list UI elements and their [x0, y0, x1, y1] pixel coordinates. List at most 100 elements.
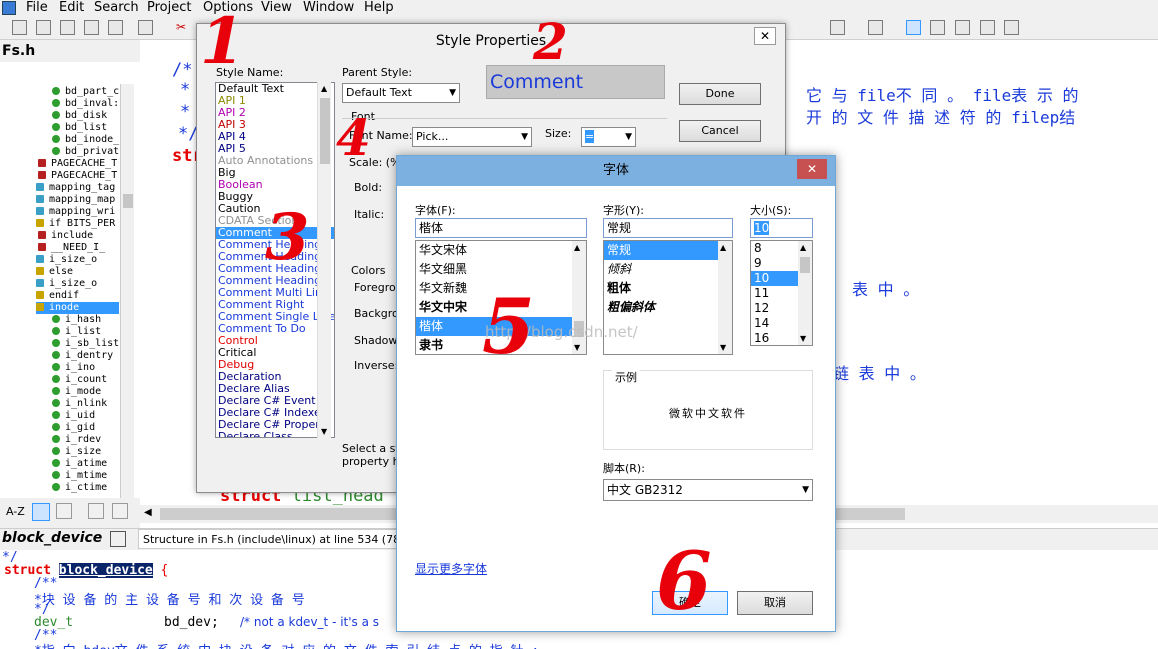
symbol-item[interactable]: i_nlink: [52, 398, 107, 410]
menu-edit[interactable]: Edit: [59, 0, 84, 16]
symbol-item[interactable]: i_sb_list: [52, 338, 119, 350]
comment-line: *: [180, 80, 191, 100]
symbol-item[interactable]: i_size_o: [36, 254, 97, 266]
symbol-type-icon: [36, 183, 44, 191]
done-button[interactable]: Done: [679, 83, 761, 105]
symbol-item[interactable]: __NEED_I_: [38, 242, 105, 254]
relation-icon[interactable]: [930, 20, 945, 35]
category-view-icon[interactable]: [56, 503, 72, 519]
sort-az-button[interactable]: A-Z: [6, 505, 25, 518]
symbol-item[interactable]: mapping_wri: [36, 206, 115, 218]
symbol-item[interactable]: mapping_map: [36, 194, 115, 206]
symbol-item[interactable]: i_size_o: [36, 278, 97, 290]
symbol-item[interactable]: else: [36, 266, 73, 278]
save-all-icon[interactable]: [84, 20, 99, 35]
menu-window[interactable]: Window: [303, 0, 354, 16]
help-icon[interactable]: [1004, 20, 1019, 35]
symbol-type-icon: [52, 375, 60, 383]
close-icon[interactable]: ✕: [754, 27, 776, 45]
symbol-item[interactable]: i_gid: [52, 422, 95, 434]
cut-icon[interactable]: ✂: [176, 20, 191, 35]
symbol-item[interactable]: bd_part_c: [52, 86, 119, 98]
menu-view[interactable]: View: [261, 0, 292, 16]
symbol-list[interactable]: bd_part_c bd_inval: bd_disk bd_list bd_inode…: [0, 84, 134, 498]
menu-file[interactable]: File: [26, 0, 48, 16]
symbol-label: bd_part_c: [65, 86, 120, 97]
symbol-item[interactable]: if BITS_PER: [36, 218, 115, 230]
font-name-select[interactable]: Pick... ▼: [412, 127, 532, 147]
dialog-title: Style Properties: [435, 33, 547, 49]
style-list-scrollbar[interactable]: ▲ ▼: [317, 82, 331, 438]
font-size-list[interactable]: 8 9 10 11 12 14 16 ▲ ▼: [750, 240, 813, 346]
symbol-list-scrollbar[interactable]: [120, 84, 134, 498]
scroll-left-icon[interactable]: ◀: [144, 507, 152, 518]
menu-project[interactable]: Project: [147, 0, 191, 16]
symbol-item[interactable]: i_mode: [52, 386, 101, 398]
symbol-item[interactable]: i_size: [52, 446, 101, 458]
graph-icon[interactable]: [980, 20, 995, 35]
symbol-item[interactable]: mapping_tag: [36, 182, 115, 194]
symbol-label: mapping_wri: [49, 206, 116, 217]
menu-help[interactable]: Help: [364, 0, 394, 16]
font-family-item[interactable]: 华文细黑: [416, 260, 586, 279]
symbol-item[interactable]: endif: [36, 290, 79, 302]
symbol-item[interactable]: i_uid: [52, 410, 95, 422]
comment-line: *: [180, 102, 191, 122]
settings-icon[interactable]: [112, 503, 128, 519]
symbol-item[interactable]: bd_disk: [52, 110, 107, 122]
symbol-item[interactable]: PAGECACHE_T: [38, 158, 117, 170]
symbol-item[interactable]: bd_inval:: [52, 98, 119, 110]
symbol-item[interactable]: i_rdev: [52, 434, 101, 446]
font-size-label: 大小(S):: [750, 204, 792, 217]
font-family-input[interactable]: 楷体: [415, 218, 587, 238]
font-family-item[interactable]: 华文宋体: [416, 241, 586, 260]
cancel-button[interactable]: 取消: [737, 591, 813, 615]
link-icon[interactable]: [906, 20, 921, 35]
save-as-icon[interactable]: [108, 20, 123, 35]
font-style-item[interactable]: 粗偏斜体: [604, 298, 732, 317]
symbol-item[interactable]: i_dentry: [52, 350, 113, 362]
menu-search[interactable]: Search: [94, 0, 139, 16]
symbol-type-icon: [52, 435, 60, 443]
close-icon[interactable]: ✕: [797, 159, 827, 179]
book-icon[interactable]: [88, 503, 104, 519]
pointer-help-icon[interactable]: [868, 20, 883, 35]
symbol-label: i_gid: [65, 422, 96, 433]
print-icon[interactable]: [138, 20, 153, 35]
symbol-type-icon: [36, 303, 44, 311]
parent-style-select[interactable]: Default Text ▼: [342, 83, 460, 103]
symbol-label: i_mtime: [65, 470, 108, 481]
symbol-item[interactable]: bd_list: [52, 122, 107, 134]
annotation-6: 6: [656, 534, 712, 628]
save-icon[interactable]: [60, 20, 75, 35]
symbol-item[interactable]: i_atime: [52, 458, 107, 470]
context-help-icon[interactable]: [830, 20, 845, 35]
size-select[interactable]: = ▼: [581, 127, 636, 147]
symbol-item[interactable]: i_count: [52, 374, 107, 386]
symbol-item[interactable]: bd_privat: [52, 146, 119, 158]
font-style-item[interactable]: 粗体: [604, 279, 732, 298]
symbol-item[interactable]: PAGECACHE_T: [38, 170, 117, 182]
list-view-icon[interactable]: [32, 503, 50, 521]
symbol-type-icon: [36, 279, 44, 287]
more-fonts-link[interactable]: 显示更多字体: [415, 560, 487, 577]
symbol-label: i_ctime: [65, 482, 108, 493]
symbol-item[interactable]: i_hash: [52, 314, 101, 326]
symbol-window-icon[interactable]: [110, 531, 126, 547]
font-size-input[interactable]: 10: [750, 218, 813, 238]
symbol-item[interactable]: i_ctime: [52, 482, 107, 494]
font-style-item[interactable]: 倾斜: [604, 260, 732, 279]
cancel-button[interactable]: Cancel: [679, 120, 761, 142]
symbol-item[interactable]: i_mtime: [52, 470, 107, 482]
symbol-item[interactable]: include: [38, 230, 93, 242]
symbol-item[interactable]: i_list: [52, 326, 101, 338]
symbol-item[interactable]: inode: [36, 302, 120, 314]
symbol-item[interactable]: i_ino: [52, 362, 95, 374]
new-file-icon[interactable]: [12, 20, 27, 35]
tree-icon[interactable]: [955, 20, 970, 35]
symbol-item[interactable]: bd_inode_: [52, 134, 119, 146]
open-file-icon[interactable]: [36, 20, 51, 35]
font-style-input[interactable]: 常规: [603, 218, 733, 238]
font-style-item[interactable]: 常规: [604, 241, 732, 260]
script-select[interactable]: 中文 GB2312 ▼: [603, 479, 813, 501]
